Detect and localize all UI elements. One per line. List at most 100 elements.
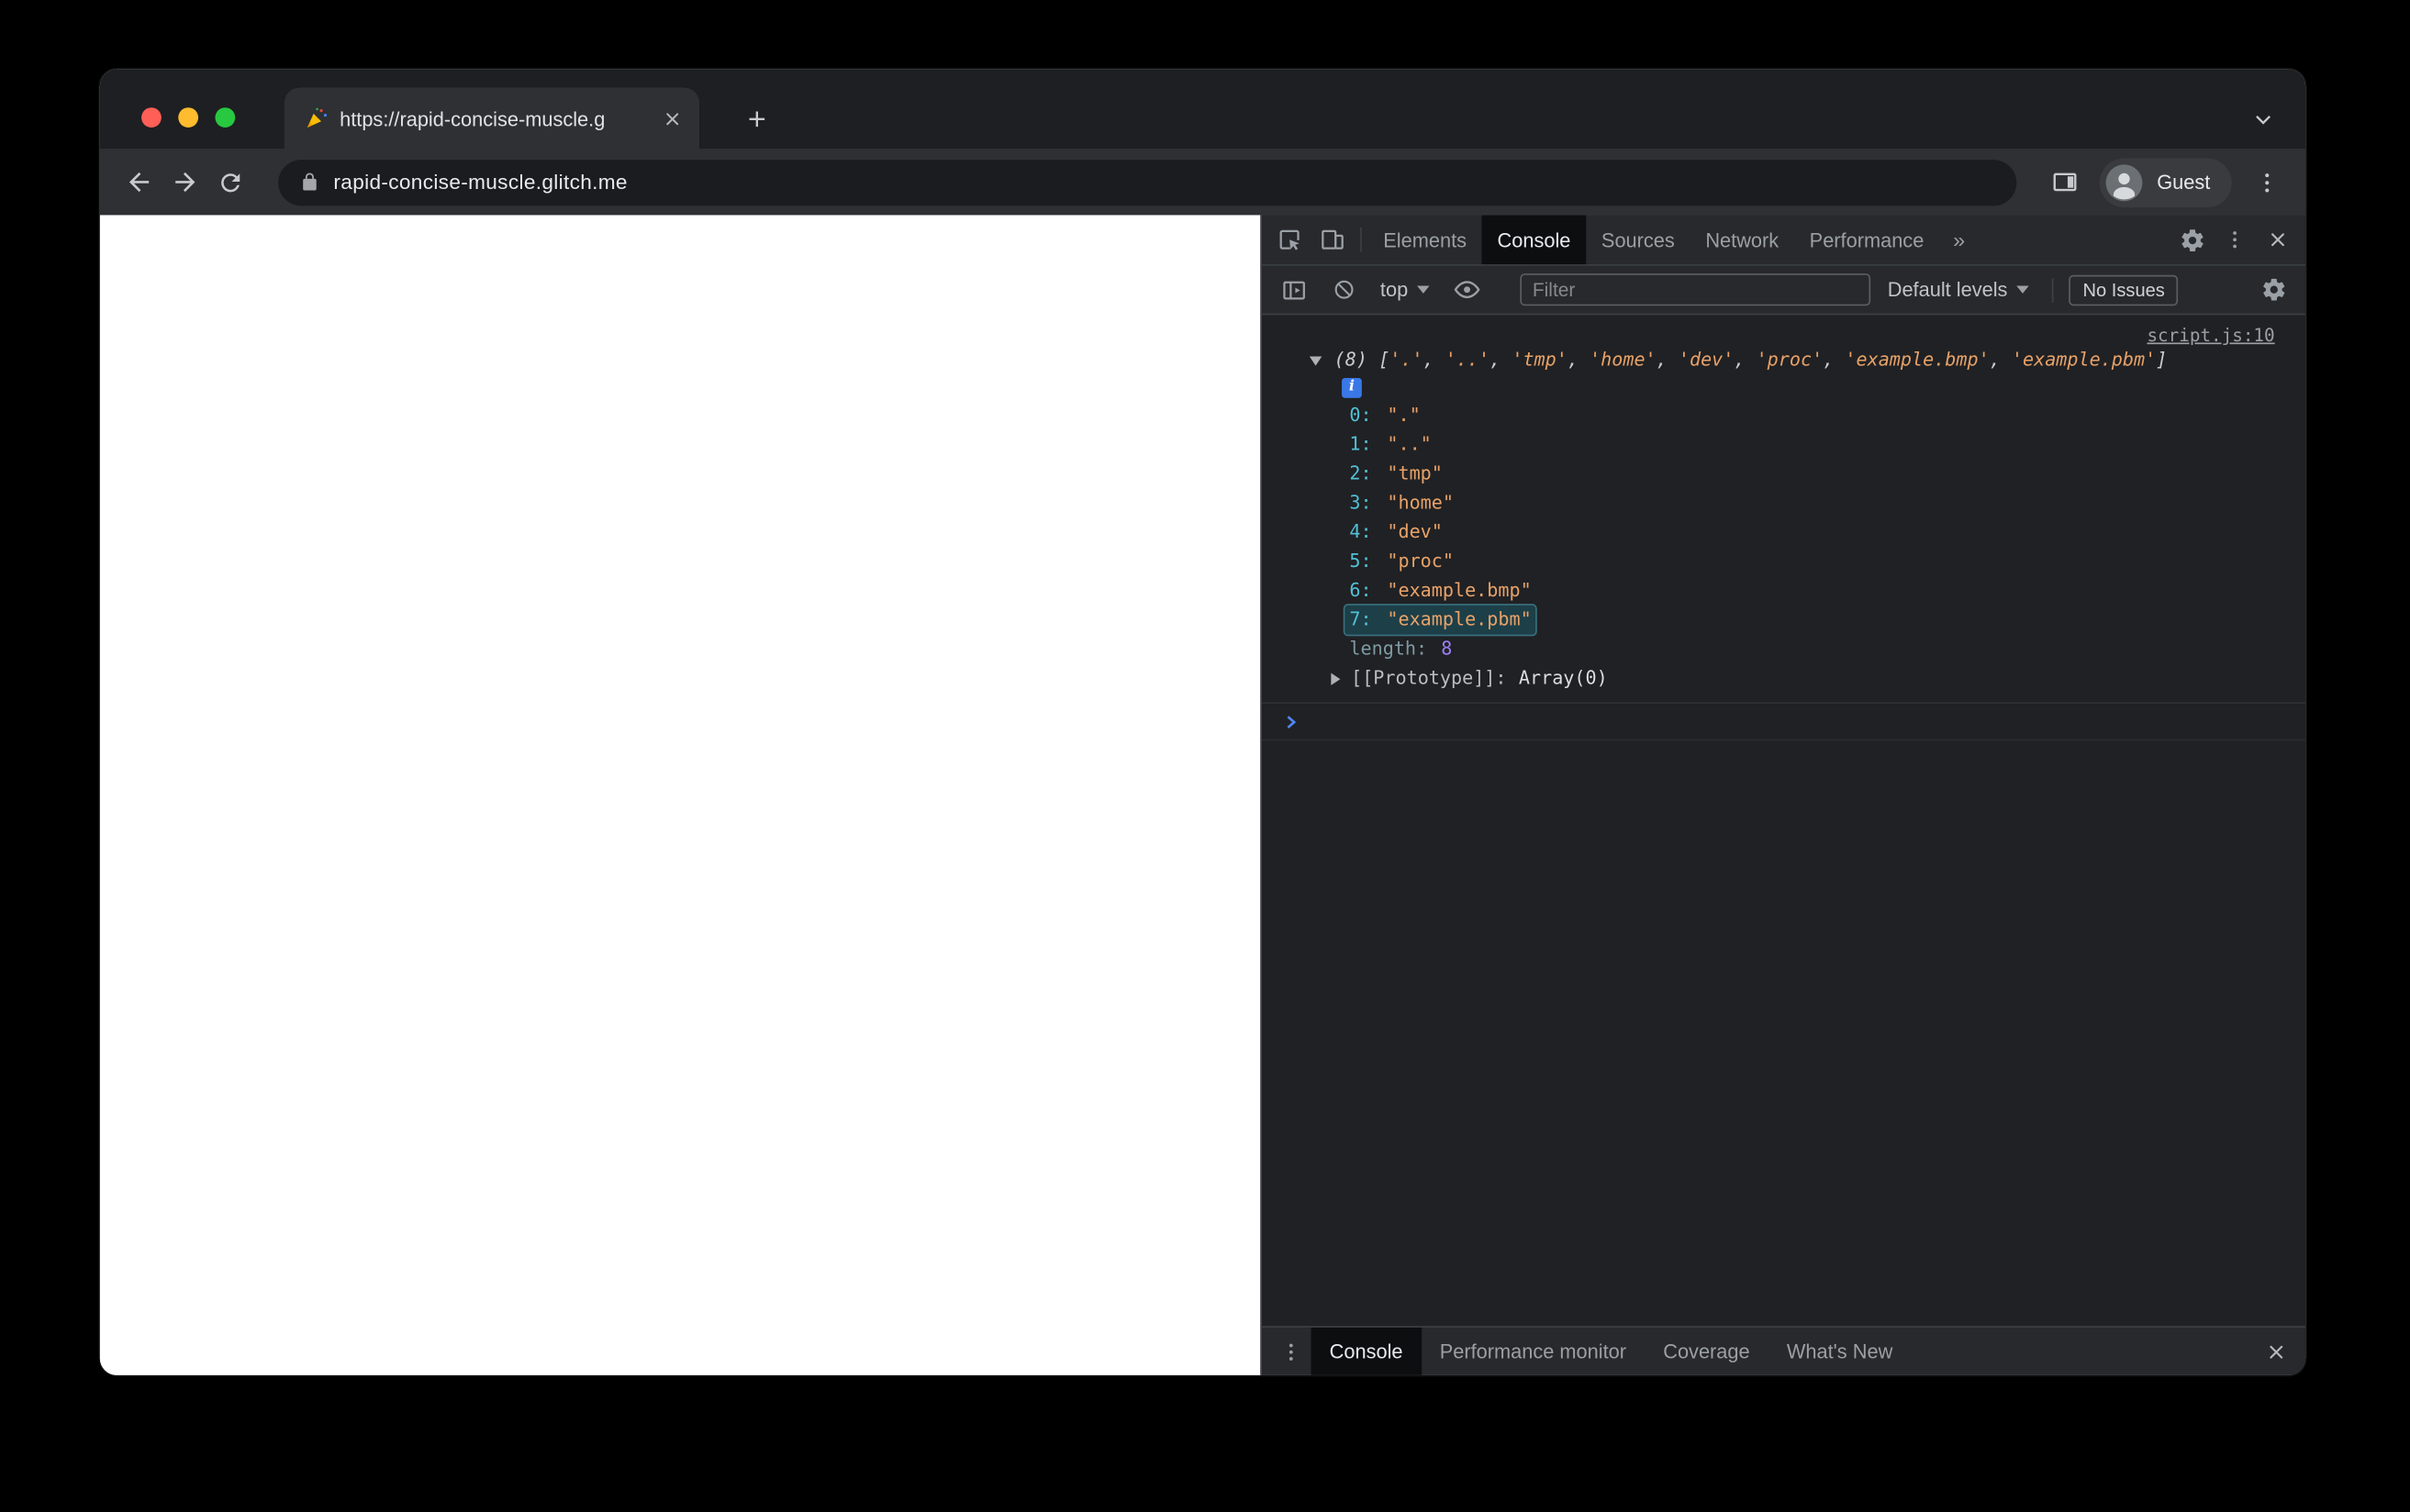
info-row: i [1262, 375, 2305, 401]
browser-toolbar: rapid-concise-muscle.glitch.me Guest [99, 149, 2306, 216]
expand-triangle-icon[interactable] [1331, 672, 1341, 685]
log-levels-dropdown[interactable]: Default levels [1880, 278, 2036, 301]
profile-name: Guest [2157, 170, 2211, 195]
info-icon: i [1342, 377, 1362, 398]
devtools-tabbar: Elements Console Sources Network Perform… [1261, 215, 2306, 266]
devtools-close-icon[interactable] [2257, 219, 2300, 260]
drawer-close-icon[interactable] [2257, 1331, 2297, 1372]
browser-menu-kebab-icon[interactable] [2247, 162, 2287, 203]
entry-index: 3: [1349, 491, 1372, 514]
address-bar[interactable]: rapid-concise-muscle.glitch.me [278, 159, 2017, 206]
entry-value: "proc" [1387, 550, 1454, 573]
browser-window: https://rapid-concise-muscle.g rapid-con… [99, 69, 2306, 1375]
device-toolbar-icon[interactable] [1311, 219, 1355, 260]
browser-tab[interactable]: https://rapid-concise-muscle.g [284, 87, 700, 150]
chevron-down-icon [2016, 285, 2029, 294]
drawer-menu-kebab-icon[interactable] [1271, 1331, 1311, 1372]
entry-index: 2: [1349, 462, 1372, 484]
length-label: length: [1349, 638, 1428, 660]
chevron-down-icon [1417, 285, 1430, 294]
lock-icon[interactable] [300, 172, 320, 193]
array-entry-row: 1: ".." [1262, 430, 2305, 460]
divider [1360, 227, 1362, 252]
context-selector-value: top [1379, 278, 1409, 302]
entry-index: 7: [1349, 608, 1372, 630]
array-entry-row: 2: "tmp" [1262, 460, 2305, 489]
clear-console-icon[interactable] [1323, 270, 1364, 310]
tab-close-icon[interactable] [656, 103, 686, 133]
drawer-tab[interactable]: Performance monitor [1422, 1328, 1645, 1375]
array-entry-row: 6: "example.bmp" [1262, 576, 2305, 606]
screen: https://rapid-concise-muscle.g rapid-con… [0, 0, 2410, 1512]
drawer-tab[interactable]: Coverage [1645, 1328, 1768, 1375]
prototype-row: [[Prototype]]: Array(0) [1262, 663, 2305, 693]
length-row: length: 8 [1262, 635, 2305, 664]
prompt-chevron-icon [1282, 712, 1300, 730]
devtools-tab[interactable]: Console [1481, 215, 1587, 265]
side-panel-button[interactable] [2045, 162, 2085, 203]
entry-value: "home" [1387, 491, 1454, 514]
devtools-tab[interactable]: Sources [1586, 215, 1690, 264]
console-prompt[interactable] [1261, 704, 2306, 741]
tab-search-chevron-icon[interactable] [2242, 98, 2282, 139]
live-expression-eye-icon[interactable] [1446, 270, 1487, 310]
tab-title: https://rapid-concise-muscle.g [340, 106, 606, 130]
devtools-panel: Elements Console Sources Network Perform… [1260, 215, 2306, 1375]
length-value: 8 [1441, 638, 1453, 660]
entry-value: "." [1387, 404, 1421, 426]
array-preview-row: (8) ['.', '..', 'tmp', 'home', 'dev', 'p… [1262, 346, 2305, 375]
entry-value: ".." [1387, 433, 1432, 455]
array-entry-row: 3: "home" [1262, 489, 2305, 518]
drawer-tabs: Console Performance monitor Coverage Wha… [1311, 1327, 1912, 1375]
zoom-window-button[interactable] [215, 107, 236, 128]
devtools-tab[interactable]: Network [1690, 215, 1794, 264]
divider [2051, 277, 2054, 303]
page-viewport [99, 215, 1261, 1375]
url-text: rapid-concise-muscle.glitch.me [333, 170, 628, 195]
devtools-tab[interactable]: Performance [1794, 215, 1939, 264]
source-link[interactable]: script.js:10 [2147, 324, 2274, 345]
entry-index: 1: [1349, 433, 1372, 455]
inspect-element-icon[interactable] [1268, 219, 1311, 260]
console-sidebar-toggle-icon[interactable] [1274, 270, 1314, 310]
prototype-value: Array(0) [1518, 666, 1608, 689]
avatar [2104, 162, 2145, 203]
entry-index: 4: [1349, 520, 1372, 543]
back-button[interactable] [118, 162, 159, 203]
array-entry-row: 5: "proc" [1262, 547, 2305, 576]
array-entry-row: 0: "." [1262, 401, 2305, 430]
forward-button[interactable] [164, 162, 205, 203]
minimize-window-button[interactable] [178, 107, 199, 128]
filter-input[interactable] [1520, 273, 1871, 306]
drawer-tab[interactable]: What's New [1768, 1328, 1912, 1375]
entry-index: 5: [1349, 550, 1372, 573]
party-popper-favicon-icon [303, 105, 330, 132]
new-tab-button[interactable] [736, 98, 776, 139]
more-tabs-chevron[interactable]: » [1939, 215, 1979, 264]
profile-button[interactable]: Guest [2100, 157, 2232, 207]
issues-badge[interactable]: No Issues [2069, 273, 2179, 306]
entry-value: "tmp" [1387, 462, 1443, 484]
close-window-button[interactable] [141, 107, 162, 128]
console-output[interactable]: script.js:10 (8) ['.', '..', 'tmp', 'hom… [1261, 315, 2306, 1326]
drawer-tab[interactable]: Console [1311, 1327, 1422, 1375]
window-content: Elements Console Sources Network Perform… [99, 215, 2306, 1375]
log-levels-value: Default levels [1887, 278, 2008, 302]
entry-value: "example.pbm" [1387, 608, 1532, 630]
settings-gear-icon[interactable] [2170, 219, 2214, 260]
devtools-tab[interactable]: Elements [1368, 215, 1482, 264]
console-toolbar: top Default levels No Issues [1261, 265, 2306, 316]
entry-value: "example.bmp" [1387, 579, 1532, 601]
devtools-tabbar-actions [2170, 215, 2305, 264]
context-selector-dropdown[interactable]: top [1373, 278, 1437, 301]
reload-button[interactable] [210, 162, 251, 203]
console-settings-gear-icon[interactable] [2253, 270, 2293, 310]
entry-index: 0: [1349, 404, 1372, 426]
array-preview: (8) ['.', '..', 'tmp', 'home', 'dev', 'p… [1333, 349, 2168, 371]
prototype-label: [[Prototype]]: [1351, 666, 1507, 689]
collapse-triangle-icon[interactable] [1309, 356, 1322, 366]
array-entry-row: 7: "example.pbm" [1262, 604, 2305, 637]
devtools-menu-kebab-icon[interactable] [2214, 219, 2257, 260]
devtools-tabs: Elements Console Sources Network Perform… [1368, 215, 1940, 265]
console-message: script.js:10 (8) ['.', '..', 'tmp', 'hom… [1261, 315, 2306, 705]
